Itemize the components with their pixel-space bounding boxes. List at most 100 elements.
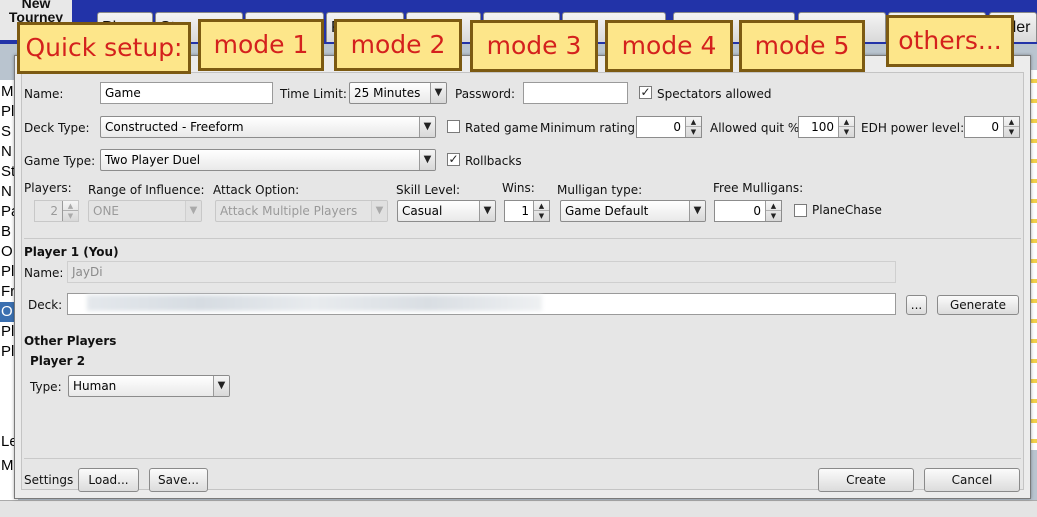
other-players-header: Other Players (24, 334, 117, 348)
spinner-down-icon[interactable]: ▼ (1004, 127, 1019, 137)
mode-2-note[interactable]: mode 2 (334, 19, 462, 71)
mulligan-type-select[interactable]: Game Default ▼ (560, 200, 706, 222)
attack-option-value: Attack Multiple Players (220, 204, 358, 218)
rollbacks-checkbox[interactable]: ✓ (447, 153, 460, 166)
spinner-up-icon[interactable]: ▲ (766, 201, 781, 211)
skill-level-select[interactable]: Casual ▼ (397, 200, 496, 222)
password-label: Password: (455, 87, 516, 101)
footer-divider (24, 458, 1021, 459)
browse-deck-button[interactable]: ... (906, 295, 927, 315)
free-mulligans-value: 0 (753, 204, 761, 218)
new-game-dialog: Name: Game Time Limit: 25 Minutes ▼ Pass… (14, 55, 1031, 499)
game-name-input[interactable]: Game (100, 82, 273, 104)
generate-deck-button[interactable]: Generate (937, 295, 1019, 315)
wins-value: 1 (521, 204, 529, 218)
range-of-influence-label: Range of Influence: (88, 183, 205, 197)
chevron-down-icon: ▼ (371, 201, 387, 221)
spectators-checkbox[interactable]: ✓ (639, 86, 652, 99)
players-spinner: 2 ▲ ▼ (34, 200, 79, 222)
range-of-influence-value: ONE (93, 204, 120, 218)
players-value: 2 (50, 204, 58, 218)
spinner-down-icon[interactable]: ▼ (839, 127, 854, 137)
others-note[interactable]: others... (886, 15, 1014, 67)
mulligan-type-value: Game Default (565, 204, 649, 218)
edh-power-level-label: EDH power level: (861, 121, 965, 135)
password-input[interactable] (523, 82, 628, 104)
player2-type-label: Type: (30, 380, 62, 394)
game-type-value: Two Player Duel (105, 153, 201, 167)
wins-label: Wins: (502, 181, 535, 195)
time-limit-label: Time Limit: (280, 87, 347, 101)
player1-name-field: JayDi (67, 261, 896, 283)
player2-type-value: Human (73, 379, 117, 393)
planechase-checkbox[interactable] (794, 204, 807, 217)
attack-option-label: Attack Option: (213, 183, 300, 197)
minimum-rating-value: 0 (673, 120, 681, 134)
settings-label: Settings (24, 473, 74, 487)
spinner-up-icon[interactable]: ▲ (534, 201, 549, 211)
deck-type-label: Deck Type: (24, 121, 90, 135)
chevron-down-icon: ▼ (479, 201, 495, 221)
deck-type-select[interactable]: Constructed - Freeform ▼ (100, 116, 436, 138)
mode-4-note[interactable]: mode 4 (605, 20, 733, 72)
section-divider (24, 238, 1021, 239)
mode-5-note[interactable]: mode 5 (739, 20, 865, 72)
spectators-label: Spectators allowed (657, 87, 772, 101)
allowed-quit-value: 100 (811, 120, 834, 134)
spinner-down-icon: ▼ (67, 212, 74, 220)
mode-1-note[interactable]: mode 1 (198, 19, 324, 71)
cancel-button[interactable]: Cancel (924, 468, 1020, 492)
spinner-up-icon[interactable]: ▲ (686, 117, 701, 127)
checkmark-icon: ✓ (448, 152, 459, 166)
game-type-select[interactable]: Two Player Duel ▼ (100, 149, 436, 171)
dialog-content: Name: Game Time Limit: 25 Minutes ▼ Pass… (21, 72, 1024, 492)
spinner-down-icon[interactable]: ▼ (534, 211, 549, 221)
spinner-up-icon: ▲ (63, 201, 78, 211)
edh-power-level-spinner[interactable]: 0 ▲ ▼ (964, 116, 1020, 138)
deck-label: Deck: (28, 298, 63, 312)
minimum-rating-spinner[interactable]: 0 ▲ ▼ (636, 116, 702, 138)
time-limit-value: 25 Minutes (354, 86, 421, 100)
spinner-up-icon[interactable]: ▲ (1004, 117, 1019, 127)
player2-type-select[interactable]: Human ▼ (68, 375, 230, 397)
blurred-deck-path (87, 295, 542, 311)
free-mulligans-label: Free Mulligans: (713, 181, 804, 195)
name-label: Name: (24, 87, 64, 101)
minimum-rating-label: Minimum rating: (540, 121, 640, 135)
edh-power-level-value: 0 (991, 120, 999, 134)
player2-header: Player 2 (30, 354, 86, 368)
mulligan-type-label: Mulligan type: (557, 183, 643, 197)
chevron-down-icon: ▼ (689, 201, 705, 221)
skill-level-label: Skill Level: (396, 183, 461, 197)
checkmark-icon: ✓ (640, 85, 651, 99)
planechase-label: PlaneChase (812, 203, 882, 217)
load-settings-button[interactable]: Load... (78, 468, 139, 492)
time-limit-select[interactable]: 25 Minutes ▼ (349, 82, 447, 104)
player1-name-label: Name: (24, 266, 64, 280)
quick-setup-note: Quick setup: (17, 22, 191, 74)
spinner-up-icon[interactable]: ▲ (839, 117, 854, 127)
background-right-column (1030, 70, 1037, 450)
background-bottom-bar (0, 500, 1037, 517)
deck-type-value: Constructed - Freeform (105, 120, 244, 134)
spinner-down-icon[interactable]: ▼ (686, 127, 701, 137)
spinner-down-icon[interactable]: ▼ (766, 211, 781, 221)
chevron-down-icon: ▼ (419, 150, 435, 170)
allowed-quit-label: Allowed quit % (710, 121, 800, 135)
allowed-quit-spinner[interactable]: 100 ▲ ▼ (798, 116, 855, 138)
game-type-label: Game Type: (24, 154, 96, 168)
chevron-down-icon: ▼ (419, 117, 435, 137)
rated-game-checkbox[interactable] (447, 120, 460, 133)
rollbacks-label: Rollbacks (465, 154, 522, 168)
chevron-down-icon: ▼ (185, 201, 201, 221)
wins-spinner[interactable]: 1 ▲ ▼ (504, 200, 550, 222)
mode-3-note[interactable]: mode 3 (470, 20, 598, 72)
save-settings-button[interactable]: Save... (149, 468, 208, 492)
free-mulligans-spinner[interactable]: 0 ▲ ▼ (714, 200, 782, 222)
attack-option-select: Attack Multiple Players ▼ (215, 200, 388, 222)
skill-level-value: Casual (402, 204, 443, 218)
rated-game-label: Rated game (465, 121, 538, 135)
chevron-down-icon: ▼ (430, 83, 446, 103)
chevron-down-icon: ▼ (213, 376, 229, 396)
create-button[interactable]: Create (818, 468, 914, 492)
